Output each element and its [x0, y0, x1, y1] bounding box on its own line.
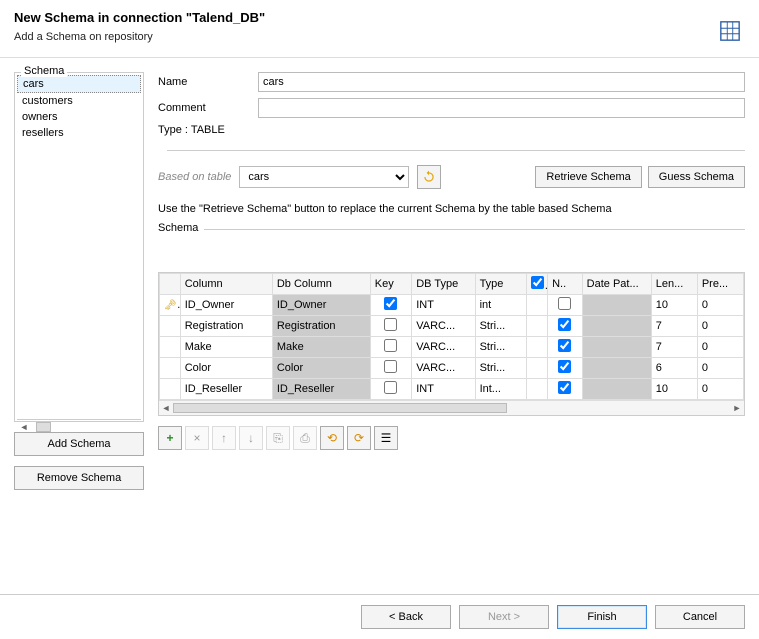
- remove-row-button[interactable]: ×: [185, 426, 209, 450]
- finish-button[interactable]: Finish: [557, 605, 647, 629]
- name-input[interactable]: [258, 72, 745, 92]
- nullable-checkbox[interactable]: [558, 318, 571, 331]
- schema-toolbar: + × ↑ ↓ ⎘ ⎙ ⟲ ⟳ ☰: [158, 426, 745, 450]
- schema-list-item[interactable]: customers: [17, 93, 141, 109]
- schema-list-item[interactable]: owners: [17, 109, 141, 125]
- key-checkbox[interactable]: [384, 339, 397, 352]
- nullable-checkbox[interactable]: [558, 381, 571, 394]
- table-row[interactable]: ColorColorVARC...Stri...60: [160, 358, 744, 379]
- move-down-button[interactable]: ↓: [239, 426, 263, 450]
- name-label: Name: [158, 76, 258, 88]
- table-icon: [719, 20, 741, 45]
- paste-button[interactable]: ⎙: [293, 426, 317, 450]
- back-button[interactable]: < Back: [361, 605, 451, 629]
- nullable-checkbox[interactable]: [558, 339, 571, 352]
- import-button[interactable]: ⟲: [320, 426, 344, 450]
- remove-schema-button[interactable]: Remove Schema: [14, 466, 144, 490]
- table-row[interactable]: RegistrationRegistrationVARC...Stri...70: [160, 316, 744, 337]
- grid-legend: Schema: [158, 222, 204, 234]
- key-checkbox[interactable]: [384, 318, 397, 331]
- key-checkbox[interactable]: [384, 360, 397, 373]
- refresh-icon[interactable]: [417, 165, 441, 189]
- nullable-checkbox[interactable]: [558, 360, 571, 373]
- copy-button[interactable]: ⎘: [266, 426, 290, 450]
- table-header-row: Column Db Column Key DB Type Type N.. Da…: [160, 274, 744, 295]
- add-row-button[interactable]: +: [158, 426, 182, 450]
- schema-list-item[interactable]: cars: [17, 75, 141, 93]
- table-row[interactable]: ID_ResellerID_ResellerINTInt...100: [160, 379, 744, 400]
- retrieve-schema-button[interactable]: Retrieve Schema: [535, 166, 641, 188]
- sidebar-legend: Schema: [21, 65, 67, 77]
- comment-label: Comment: [158, 102, 258, 114]
- next-button[interactable]: Next >: [459, 605, 549, 629]
- schema-sidebar: Schema carscustomersownersresellers ◄ Ad…: [14, 72, 144, 549]
- move-up-button[interactable]: ↑: [212, 426, 236, 450]
- add-schema-button[interactable]: Add Schema: [14, 432, 144, 456]
- schema-list[interactable]: carscustomersownersresellers: [17, 75, 141, 419]
- main-panel: Name Comment Type : TABLE Based on table…: [158, 72, 745, 549]
- key-icon: 🗝: [164, 299, 180, 311]
- schema-table[interactable]: Column Db Column Key DB Type Type N.. Da…: [158, 272, 745, 416]
- guess-schema-button[interactable]: Guess Schema: [648, 166, 745, 188]
- comment-input[interactable]: [258, 98, 745, 118]
- based-label: Based on table: [158, 171, 231, 183]
- table-scrollbar[interactable]: ◄►: [159, 400, 744, 415]
- dialog-title: New Schema in connection "Talend_DB": [14, 10, 745, 25]
- toggle-button[interactable]: ☰: [374, 426, 398, 450]
- dialog-header: New Schema in connection "Talend_DB" Add…: [0, 0, 759, 51]
- export-button[interactable]: ⟳: [347, 426, 371, 450]
- null-header-checkbox[interactable]: [531, 276, 544, 289]
- cancel-button[interactable]: Cancel: [655, 605, 745, 629]
- key-checkbox[interactable]: [384, 381, 397, 394]
- table-row[interactable]: MakeMakeVARC...Stri...70: [160, 337, 744, 358]
- schema-list-item[interactable]: resellers: [17, 125, 141, 141]
- nullable-checkbox[interactable]: [558, 297, 571, 310]
- wizard-footer: < Back Next > Finish Cancel: [0, 594, 759, 639]
- table-row[interactable]: 🗝ID_OwnerID_OwnerINTint100: [160, 295, 744, 316]
- hint-text: Use the "Retrieve Schema" button to repl…: [158, 203, 745, 215]
- based-table-select[interactable]: cars: [239, 166, 409, 188]
- sidebar-scrollbar[interactable]: ◄: [17, 419, 141, 434]
- type-label: Type : TABLE: [158, 124, 745, 136]
- dialog-subtitle: Add a Schema on repository: [14, 31, 745, 43]
- key-checkbox[interactable]: [384, 297, 397, 310]
